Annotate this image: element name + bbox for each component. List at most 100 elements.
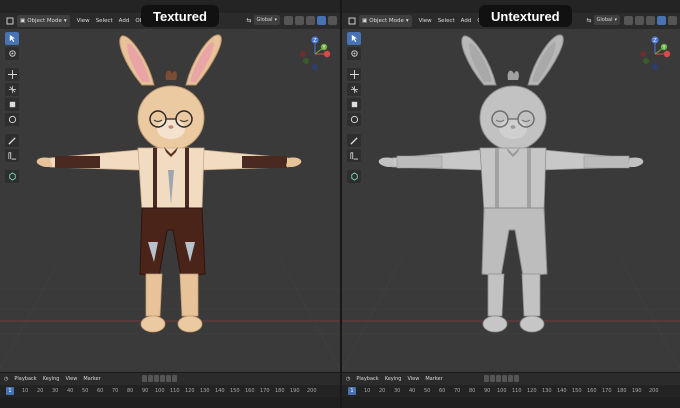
scale-tool[interactable] bbox=[347, 98, 361, 111]
character-model-untextured[interactable] bbox=[372, 30, 652, 342]
clock-icon[interactable]: ◷ bbox=[346, 376, 350, 382]
timeline-menu-keying[interactable]: Keying bbox=[43, 376, 60, 382]
tick-label: 20 bbox=[37, 388, 44, 394]
jump-end-icon[interactable] bbox=[172, 375, 177, 382]
snap-icon[interactable] bbox=[635, 15, 644, 25]
transform-icon bbox=[8, 115, 16, 124]
timeline-menu-view[interactable]: View bbox=[407, 376, 419, 382]
annotate-tool[interactable] bbox=[347, 134, 361, 147]
proportional-edit-icon[interactable] bbox=[646, 15, 655, 25]
prev-key-icon[interactable] bbox=[148, 375, 153, 382]
jump-start-icon[interactable] bbox=[484, 375, 489, 382]
tick-label: 200 bbox=[649, 388, 659, 394]
gizmo-neg-z-axis[interactable] bbox=[312, 64, 318, 70]
overlay-icon[interactable] bbox=[317, 15, 326, 25]
object-mode-dropdown[interactable]: ▣ Object Mode ▾ bbox=[17, 15, 70, 27]
play-reverse-icon[interactable] bbox=[496, 375, 501, 382]
add-cube-icon bbox=[8, 172, 16, 181]
gizmo-x-axis[interactable] bbox=[323, 50, 331, 58]
next-key-icon[interactable] bbox=[508, 375, 513, 382]
timeline-body[interactable] bbox=[342, 397, 680, 408]
current-frame-indicator[interactable]: 1 bbox=[348, 387, 356, 395]
timeline-menu-keying[interactable]: Keying bbox=[385, 376, 402, 382]
tool-shelf bbox=[347, 32, 361, 183]
transform-orientation-dropdown[interactable]: Global ▾ bbox=[593, 15, 620, 25]
app-root: ▣ Object Mode ▾ View Select Add Object ⇆… bbox=[0, 0, 680, 408]
menu-select[interactable]: Select bbox=[93, 15, 116, 27]
scale-icon bbox=[351, 101, 357, 108]
scale-icon bbox=[9, 101, 15, 108]
annotate-tool[interactable] bbox=[5, 134, 19, 147]
add-cube-tool[interactable] bbox=[347, 170, 361, 183]
character-model-textured[interactable] bbox=[30, 30, 310, 342]
measure-tool[interactable] bbox=[5, 149, 19, 162]
transform-tool[interactable] bbox=[5, 113, 19, 126]
clock-icon[interactable]: ◷ bbox=[4, 376, 8, 382]
cursor-tool[interactable] bbox=[347, 47, 361, 60]
tick-label: 150 bbox=[572, 388, 582, 394]
pivot-icon[interactable] bbox=[284, 15, 293, 25]
proportional-edit-icon[interactable] bbox=[306, 15, 315, 25]
timeline-ruler[interactable]: 1 10 20 30 40 50 60 70 80 90 100 110 120… bbox=[342, 385, 680, 397]
timeline-ruler[interactable]: 1 10 20 30 40 50 60 70 80 90 100 110 120… bbox=[0, 385, 340, 397]
menu-add[interactable]: Add bbox=[116, 15, 133, 27]
jump-start-icon[interactable] bbox=[142, 375, 147, 382]
play-icon[interactable] bbox=[160, 375, 165, 382]
timeline-menu-marker[interactable]: Marker bbox=[83, 376, 100, 382]
add-cube-tool[interactable] bbox=[5, 170, 19, 183]
snap-icon[interactable] bbox=[295, 15, 304, 25]
transform-orientation-label: Global bbox=[596, 17, 613, 23]
timeline-editor: ◷ Playback Keying View Marker 1 10 20 30… bbox=[0, 372, 340, 408]
timeline-body[interactable] bbox=[0, 397, 340, 408]
prev-key-icon[interactable] bbox=[490, 375, 495, 382]
timeline-menu-playback[interactable]: Playback bbox=[356, 376, 378, 382]
current-frame-indicator[interactable]: 1 bbox=[6, 387, 14, 395]
measure-tool[interactable] bbox=[347, 149, 361, 162]
editor-type-button[interactable] bbox=[345, 15, 359, 27]
viewport-textured[interactable]: ▣ Object Mode ▾ View Select Add Object ⇆… bbox=[0, 0, 340, 408]
editor-type-button[interactable] bbox=[3, 15, 17, 27]
pivot-icon[interactable] bbox=[624, 15, 633, 25]
menu-select[interactable]: Select bbox=[435, 15, 458, 27]
select-tool[interactable] bbox=[347, 32, 361, 45]
object-mode-label: Object Mode bbox=[369, 18, 404, 24]
tick-label: 90 bbox=[484, 388, 491, 394]
timeline-menu-marker[interactable]: Marker bbox=[425, 376, 442, 382]
menu-view[interactable]: View bbox=[416, 15, 435, 27]
move-tool[interactable] bbox=[347, 68, 361, 81]
select-tool[interactable] bbox=[5, 32, 19, 45]
transform-icon bbox=[350, 115, 358, 124]
tick-label: 100 bbox=[497, 388, 507, 394]
rotate-icon bbox=[8, 85, 16, 94]
play-icon[interactable] bbox=[502, 375, 507, 382]
overlay-icon[interactable] bbox=[657, 15, 666, 25]
scale-tool[interactable] bbox=[5, 98, 19, 111]
next-key-icon[interactable] bbox=[166, 375, 171, 382]
object-mode-icon: ▣ bbox=[20, 18, 26, 24]
playback-controls bbox=[484, 375, 519, 382]
cursor-tool[interactable] bbox=[5, 47, 19, 60]
shading-icon[interactable] bbox=[668, 15, 677, 25]
tick-label: 90 bbox=[142, 388, 149, 394]
gizmo-x-axis[interactable] bbox=[663, 50, 671, 58]
tick-label: 10 bbox=[22, 388, 29, 394]
chevron-down-icon: ▾ bbox=[614, 17, 617, 23]
rotate-tool[interactable] bbox=[5, 83, 19, 96]
gizmo-neg-z-axis[interactable] bbox=[652, 64, 658, 70]
play-reverse-icon[interactable] bbox=[154, 375, 159, 382]
object-mode-dropdown[interactable]: ▣ Object Mode ▾ bbox=[359, 15, 412, 27]
menu-add[interactable]: Add bbox=[458, 15, 475, 27]
jump-end-icon[interactable] bbox=[514, 375, 519, 382]
viewport-untextured[interactable]: ▣ Object Mode ▾ View Select Add Object ⇆… bbox=[340, 0, 680, 408]
pencil-icon bbox=[7, 137, 16, 145]
shading-icon[interactable] bbox=[328, 15, 337, 25]
timeline-menu-playback[interactable]: Playback bbox=[14, 376, 36, 382]
add-cube-icon bbox=[350, 172, 358, 181]
transform-tool[interactable] bbox=[347, 113, 361, 126]
menu-view[interactable]: View bbox=[74, 15, 93, 27]
move-tool[interactable] bbox=[5, 68, 19, 81]
chevron-down-icon: ▾ bbox=[274, 17, 277, 23]
transform-orientation-dropdown[interactable]: Global ▾ bbox=[253, 15, 280, 25]
timeline-menu-view[interactable]: View bbox=[65, 376, 77, 382]
rotate-tool[interactable] bbox=[347, 83, 361, 96]
